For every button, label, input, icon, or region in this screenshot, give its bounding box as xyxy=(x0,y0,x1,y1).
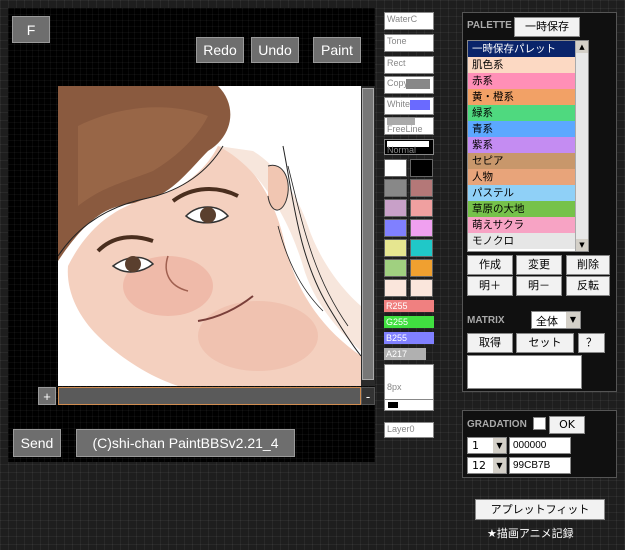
matrix-title: MATRIX xyxy=(467,315,505,326)
tool-white[interactable]: White xyxy=(384,97,434,115)
gradation-end-color[interactable]: 99CB7B xyxy=(509,457,571,474)
swatch-14[interactable] xyxy=(410,279,433,297)
swatch-1[interactable] xyxy=(384,159,407,177)
palette-item[interactable]: 緑系 xyxy=(468,105,588,121)
palette-title: PALETTE xyxy=(467,20,512,31)
palette-item[interactable]: 草原の大地 xyxy=(468,201,588,217)
swatch-5[interactable] xyxy=(384,199,407,217)
gradation-start-number: 1 xyxy=(472,439,479,452)
float-button[interactable]: F xyxy=(12,16,50,43)
zoom-plus-button[interactable]: + xyxy=(38,387,56,405)
invert-button[interactable]: 反転 xyxy=(566,276,610,296)
redo-button[interactable]: Redo xyxy=(196,37,244,63)
palette-delete-button[interactable]: 削除 xyxy=(566,255,610,275)
drawing-canvas[interactable] xyxy=(58,86,361,386)
palette-item[interactable]: 赤系 xyxy=(468,73,588,89)
matrix-get-button[interactable]: 取得 xyxy=(467,333,513,353)
tool-normal-label: Normal xyxy=(387,145,417,155)
chevron-down-icon[interactable]: ▼ xyxy=(493,458,506,473)
matrix-select-value: 全体 xyxy=(536,315,558,328)
palette-save-button[interactable]: 一時保存 xyxy=(514,17,580,37)
swatch-13[interactable] xyxy=(384,279,407,297)
copy-preview-icon xyxy=(406,79,430,89)
horizontal-scrollbar[interactable] xyxy=(58,387,361,405)
matrix-set-button[interactable]: セット xyxy=(516,333,574,353)
brush-size-preview xyxy=(384,399,434,411)
applet-fit-button[interactable]: アプレットフィット xyxy=(475,499,605,520)
gradation-checkbox[interactable] xyxy=(533,417,546,430)
brush-size-label: 8px xyxy=(387,382,402,392)
palette-make-button[interactable]: 作成 xyxy=(467,255,513,275)
alpha-slider[interactable]: A217 xyxy=(384,348,426,360)
tool-copy[interactable]: Copy xyxy=(384,76,434,94)
gradation-end-select[interactable]: 12 ▼ xyxy=(467,457,507,474)
tool-freeline-label: FreeLine xyxy=(387,124,423,134)
chevron-down-icon[interactable]: ▼ xyxy=(566,312,580,328)
swatch-12[interactable] xyxy=(410,259,433,277)
layer-selector[interactable]: Layer0 xyxy=(384,422,434,438)
palette-item[interactable]: 青系 xyxy=(468,121,588,137)
gradation-start-select[interactable]: 1 ▼ xyxy=(467,437,507,454)
green-slider[interactable]: G255 xyxy=(384,316,434,328)
animation-record-link[interactable]: ★描画アニメ記録 xyxy=(487,525,574,541)
copyright-label[interactable]: (C)shi-chan PaintBBSv2.21_4 xyxy=(76,429,295,457)
palette-item[interactable]: パステル xyxy=(468,185,588,201)
brush-size-selector[interactable]: 8px xyxy=(384,364,434,400)
blue-slider[interactable]: B255 xyxy=(384,332,434,344)
swatch-4[interactable] xyxy=(410,179,433,197)
tool-white-label: White xyxy=(387,99,411,109)
zoom-minus-button[interactable]: - xyxy=(361,387,375,405)
swatch-3[interactable] xyxy=(384,179,407,197)
palette-scrollbar[interactable]: ▲ ▼ xyxy=(575,41,588,251)
tool-freeline[interactable]: FreeLine xyxy=(384,117,434,135)
white-preview-icon xyxy=(410,100,430,110)
gradation-start-color[interactable]: 000000 xyxy=(509,437,571,454)
swatch-6[interactable] xyxy=(410,199,433,217)
canvas-drawing xyxy=(58,86,361,386)
gradation-ok-button[interactable]: OK xyxy=(549,416,585,434)
palette-item[interactable]: 人物 xyxy=(468,169,588,185)
palette-item[interactable]: 紫系 xyxy=(468,137,588,153)
brightness-minus-button[interactable]: 明－ xyxy=(516,276,562,296)
send-button[interactable]: Send xyxy=(13,429,61,457)
palette-item[interactable]: モノクロ xyxy=(468,233,588,249)
swatch-9[interactable] xyxy=(384,239,407,257)
palette-item[interactable]: 肌色系 xyxy=(468,57,588,73)
undo-button[interactable]: Undo xyxy=(251,37,299,63)
tool-tone[interactable]: Tone xyxy=(384,34,434,52)
palette-change-button[interactable]: 変更 xyxy=(516,255,562,275)
palette-item[interactable]: 一時保存パレット xyxy=(468,41,588,57)
matrix-textarea[interactable] xyxy=(467,355,582,389)
tool-normal[interactable]: Normal xyxy=(384,139,434,155)
gradation-title: GRADATION xyxy=(467,419,527,430)
matrix-select[interactable]: 全体 ▼ xyxy=(531,311,581,329)
gradation-end-number: 12 xyxy=(472,459,486,472)
palette-item[interactable]: 萌えサクラ xyxy=(468,217,588,233)
swatch-10[interactable] xyxy=(410,239,433,257)
palette-item[interactable]: セピア xyxy=(468,153,588,169)
tool-watercolor[interactable]: WaterC xyxy=(384,12,434,30)
scroll-down-icon[interactable]: ▼ xyxy=(576,239,588,251)
swatch-2[interactable] xyxy=(410,159,433,177)
swatch-7[interactable] xyxy=(384,219,407,237)
swatch-8[interactable] xyxy=(410,219,433,237)
brightness-plus-button[interactable]: 明＋ xyxy=(467,276,513,296)
paint-button[interactable]: Paint xyxy=(313,37,361,63)
vertical-scrollbar[interactable] xyxy=(361,86,375,386)
matrix-help-button[interactable]: ？ xyxy=(578,333,605,353)
swatch-11[interactable] xyxy=(384,259,407,277)
palette-item[interactable]: 黄・橙系 xyxy=(468,89,588,105)
scroll-up-icon[interactable]: ▲ xyxy=(576,41,588,53)
tool-rect[interactable]: Rect xyxy=(384,56,434,74)
red-slider[interactable]: R255 xyxy=(384,300,434,312)
chevron-down-icon[interactable]: ▼ xyxy=(493,438,506,453)
tool-copy-label: Copy xyxy=(387,78,409,88)
palette-list[interactable]: 一時保存パレット 肌色系 赤系 黄・橙系 緑系 青系 紫系 セピア 人物 パステ… xyxy=(467,40,589,252)
